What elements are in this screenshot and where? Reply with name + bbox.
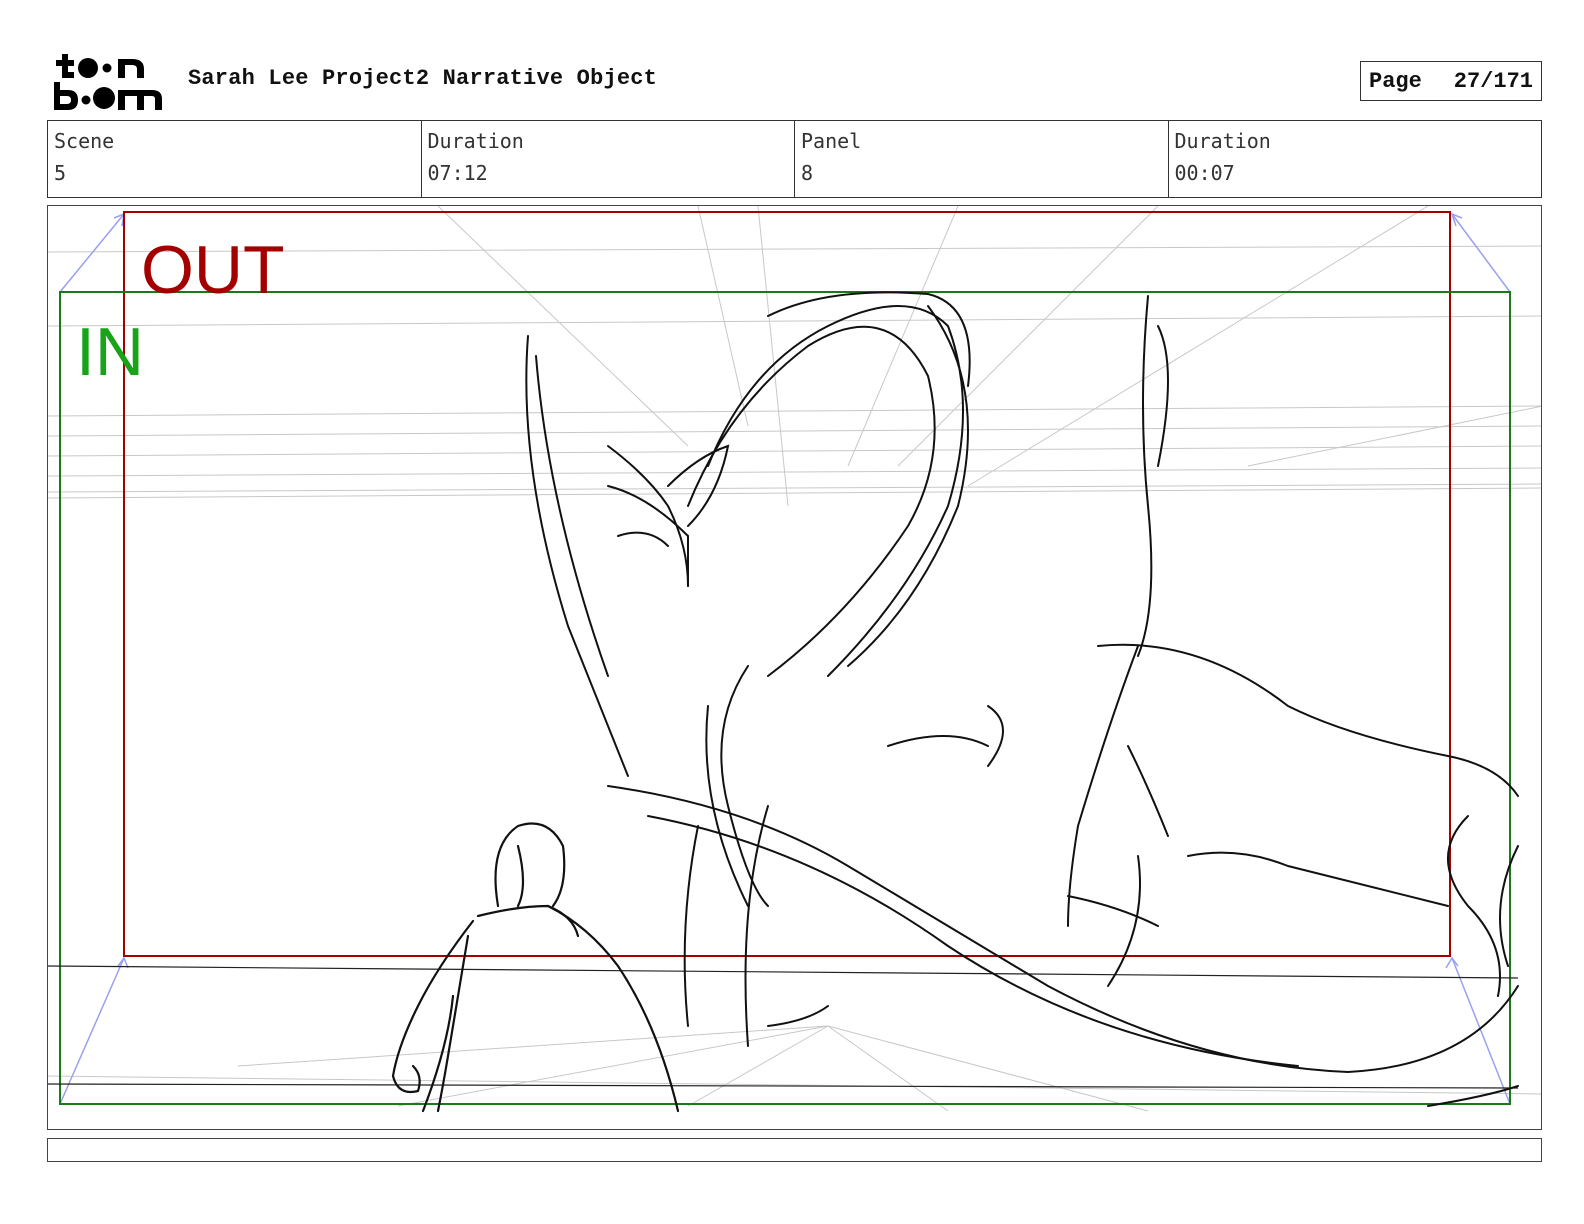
scene-duration-cell: Duration 07:12 <box>422 121 795 197</box>
scene-duration-value: 07:12 <box>427 161 488 185</box>
panel-sketch <box>48 206 1541 1113</box>
storyboard-panel[interactable]: OUT IN <box>47 205 1542 1130</box>
ground-lines <box>48 965 1519 1089</box>
panel-caption-box[interactable] <box>47 1138 1542 1162</box>
in-frame <box>59 291 1511 1105</box>
page-label: Page <box>1369 68 1422 94</box>
perspective-guides <box>48 206 1541 1112</box>
scene-duration-label: Duration <box>427 129 524 153</box>
in-frame-label: IN <box>76 314 144 390</box>
panel-duration-value: 00:07 <box>1174 161 1235 185</box>
scene-info-table: Scene 5 Duration 07:12 Panel 8 Duration … <box>47 120 1542 198</box>
panel-label: Panel <box>801 129 862 153</box>
out-frame-label: OUT <box>141 232 285 308</box>
character-sketch <box>391 822 680 1113</box>
dragon-sketch <box>525 291 1519 1107</box>
toon-boom-logo-mark <box>54 54 162 110</box>
panel-value: 8 <box>801 161 814 185</box>
panel-duration-cell: Duration 00:07 <box>1169 121 1542 197</box>
toon-boom-logo <box>52 52 164 112</box>
project-title: Sarah Lee Project2 Narrative Object <box>188 66 658 91</box>
panel-cell: Panel 8 <box>795 121 1169 197</box>
out-frame <box>123 211 1451 957</box>
camera-move-arrows <box>59 212 1511 1105</box>
panel-duration-label: Duration <box>1174 129 1271 153</box>
scene-value: 5 <box>54 161 67 185</box>
page-indicator: Page 27/171 <box>1360 61 1542 101</box>
page-number: 27/171 <box>1453 68 1533 94</box>
scene-label: Scene <box>54 129 115 153</box>
scene-cell: Scene 5 <box>48 121 422 197</box>
